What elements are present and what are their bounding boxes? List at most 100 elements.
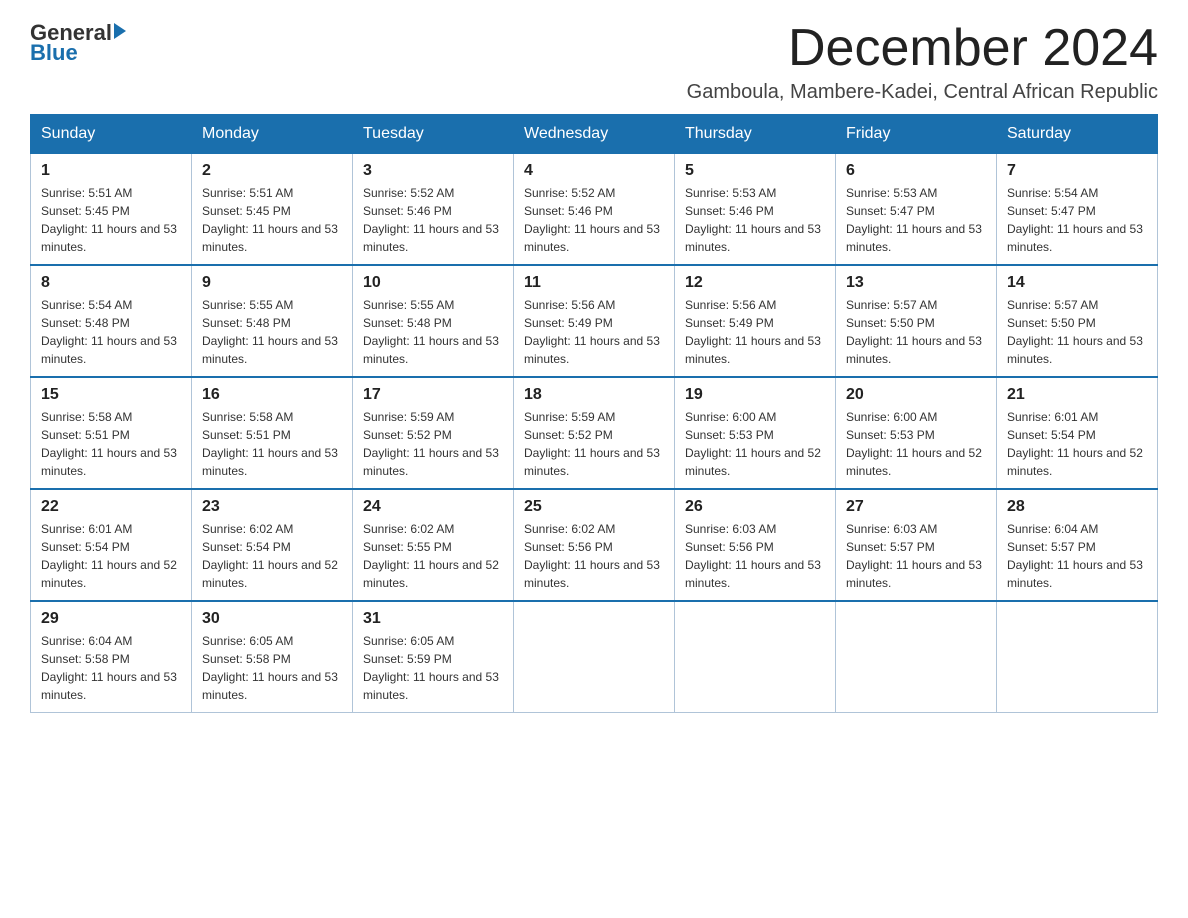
- table-row: 9Sunrise: 5:55 AMSunset: 5:48 PMDaylight…: [192, 265, 353, 377]
- table-row: 22 Sunrise: 6:01 AMSunset: 5:54 PMDayligh…: [31, 489, 192, 601]
- col-friday: Friday: [836, 115, 997, 154]
- table-row: [997, 601, 1158, 713]
- day-info: Sunrise: 5:53 AMSunset: 5:46 PMDaylight:…: [685, 184, 825, 256]
- table-row: 28 Sunrise: 6:04 AMSunset: 5:57 PMDayligh…: [997, 489, 1158, 601]
- table-row: 25 Sunrise: 6:02 AMSunset: 5:56 PMDayligh…: [514, 489, 675, 601]
- day-number: 10: [363, 274, 503, 292]
- day-number: 3: [363, 162, 503, 180]
- day-info: Sunrise: 5:54 AMSunset: 5:48 PMDaylight:…: [41, 296, 181, 368]
- day-info: Sunrise: 5:51 AMSunset: 5:45 PMDaylight:…: [202, 184, 342, 256]
- day-number: 17: [363, 386, 503, 404]
- day-number: 4: [524, 162, 664, 180]
- calendar-header-row: Sunday Monday Tuesday Wednesday Thursday…: [31, 115, 1158, 154]
- table-row: 27Sunrise: 6:03 AMSunset: 5:57 PMDayligh…: [836, 489, 997, 601]
- table-row: 4Sunrise: 5:52 AMSunset: 5:46 PMDaylight…: [514, 154, 675, 266]
- table-row: 1 Sunrise: 5:51 AMSunset: 5:45 PMDaylight…: [31, 154, 192, 266]
- day-number: 29: [41, 610, 181, 628]
- day-number: 21: [1007, 386, 1147, 404]
- day-number: 30: [202, 610, 342, 628]
- day-info: Sunrise: 6:01 AMSunset: 5:54 PMDaylight:…: [41, 520, 181, 592]
- col-wednesday: Wednesday: [514, 115, 675, 154]
- day-number: 22: [41, 498, 181, 516]
- day-number: 9: [202, 274, 342, 292]
- day-info: Sunrise: 6:00 AMSunset: 5:53 PMDaylight:…: [846, 408, 986, 480]
- day-number: 31: [363, 610, 503, 628]
- calendar-week-row: 8Sunrise: 5:54 AMSunset: 5:48 PMDaylight…: [31, 265, 1158, 377]
- day-number: 6: [846, 162, 986, 180]
- day-info: Sunrise: 6:02 AMSunset: 5:54 PMDaylight:…: [202, 520, 342, 592]
- col-saturday: Saturday: [997, 115, 1158, 154]
- table-row: 20Sunrise: 6:00 AMSunset: 5:53 PMDayligh…: [836, 377, 997, 489]
- day-number: 7: [1007, 162, 1147, 180]
- calendar-week-row: 22 Sunrise: 6:01 AMSunset: 5:54 PMDayligh…: [31, 489, 1158, 601]
- day-number: 28: [1007, 498, 1147, 516]
- day-number: 11: [524, 274, 664, 292]
- day-info: Sunrise: 5:58 AMSunset: 5:51 PMDaylight:…: [202, 408, 342, 480]
- day-info: Sunrise: 6:02 AMSunset: 5:56 PMDaylight:…: [524, 520, 664, 592]
- day-number: 24: [363, 498, 503, 516]
- day-info: Sunrise: 5:57 AMSunset: 5:50 PMDaylight:…: [846, 296, 986, 368]
- day-info: Sunrise: 6:02 AMSunset: 5:55 PMDaylight:…: [363, 520, 503, 592]
- day-number: 19: [685, 386, 825, 404]
- day-info: Sunrise: 5:59 AMSunset: 5:52 PMDaylight:…: [363, 408, 503, 480]
- table-row: 2Sunrise: 5:51 AMSunset: 5:45 PMDaylight…: [192, 154, 353, 266]
- table-row: 26Sunrise: 6:03 AMSunset: 5:56 PMDayligh…: [675, 489, 836, 601]
- day-info: Sunrise: 6:04 AMSunset: 5:57 PMDaylight:…: [1007, 520, 1147, 592]
- table-row: 31 Sunrise: 6:05 AMSunset: 5:59 PMDayligh…: [353, 601, 514, 713]
- day-number: 23: [202, 498, 342, 516]
- day-number: 5: [685, 162, 825, 180]
- header: General Blue December 2024 Gamboula, Mam…: [30, 20, 1158, 104]
- day-info: Sunrise: 6:00 AMSunset: 5:53 PMDaylight:…: [685, 408, 825, 480]
- day-info: Sunrise: 5:58 AMSunset: 5:51 PMDaylight:…: [41, 408, 181, 480]
- col-sunday: Sunday: [31, 115, 192, 154]
- day-number: 13: [846, 274, 986, 292]
- table-row: 16 Sunrise: 5:58 AMSunset: 5:51 PMDayligh…: [192, 377, 353, 489]
- table-row: 21 Sunrise: 6:01 AMSunset: 5:54 PMDayligh…: [997, 377, 1158, 489]
- table-row: 18 Sunrise: 5:59 AMSunset: 5:52 PMDayligh…: [514, 377, 675, 489]
- day-number: 1: [41, 162, 181, 180]
- table-row: 10 Sunrise: 5:55 AMSunset: 5:48 PMDayligh…: [353, 265, 514, 377]
- calendar-week-row: 1 Sunrise: 5:51 AMSunset: 5:45 PMDaylight…: [31, 154, 1158, 266]
- day-info: Sunrise: 5:56 AMSunset: 5:49 PMDaylight:…: [685, 296, 825, 368]
- col-tuesday: Tuesday: [353, 115, 514, 154]
- table-row: 14 Sunrise: 5:57 AMSunset: 5:50 PMDayligh…: [997, 265, 1158, 377]
- table-row: 13 Sunrise: 5:57 AMSunset: 5:50 PMDayligh…: [836, 265, 997, 377]
- day-number: 18: [524, 386, 664, 404]
- day-info: Sunrise: 5:54 AMSunset: 5:47 PMDaylight:…: [1007, 184, 1147, 256]
- col-thursday: Thursday: [675, 115, 836, 154]
- table-row: [675, 601, 836, 713]
- day-number: 16: [202, 386, 342, 404]
- table-row: 3 Sunrise: 5:52 AMSunset: 5:46 PMDaylight…: [353, 154, 514, 266]
- table-row: 11Sunrise: 5:56 AMSunset: 5:49 PMDayligh…: [514, 265, 675, 377]
- day-number: 12: [685, 274, 825, 292]
- day-info: Sunrise: 6:05 AMSunset: 5:59 PMDaylight:…: [363, 632, 503, 704]
- table-row: 23 Sunrise: 6:02 AMSunset: 5:54 PMDayligh…: [192, 489, 353, 601]
- logo-arrow-icon: [114, 23, 126, 39]
- day-number: 25: [524, 498, 664, 516]
- day-info: Sunrise: 6:04 AMSunset: 5:58 PMDaylight:…: [41, 632, 181, 704]
- day-info: Sunrise: 5:59 AMSunset: 5:52 PMDaylight:…: [524, 408, 664, 480]
- title-area: December 2024 Gamboula, Mambere-Kadei, C…: [687, 20, 1158, 104]
- day-info: Sunrise: 5:57 AMSunset: 5:50 PMDaylight:…: [1007, 296, 1147, 368]
- table-row: 6 Sunrise: 5:53 AMSunset: 5:47 PMDaylight…: [836, 154, 997, 266]
- day-info: Sunrise: 5:51 AMSunset: 5:45 PMDaylight:…: [41, 184, 181, 256]
- table-row: [836, 601, 997, 713]
- col-monday: Monday: [192, 115, 353, 154]
- table-row: 24 Sunrise: 6:02 AMSunset: 5:55 PMDayligh…: [353, 489, 514, 601]
- day-number: 15: [41, 386, 181, 404]
- calendar-week-row: 29 Sunrise: 6:04 AMSunset: 5:58 PMDayligh…: [31, 601, 1158, 713]
- day-info: Sunrise: 5:55 AMSunset: 5:48 PMDaylight:…: [363, 296, 503, 368]
- day-info: Sunrise: 6:03 AMSunset: 5:57 PMDaylight:…: [846, 520, 986, 592]
- day-info: Sunrise: 5:52 AMSunset: 5:46 PMDaylight:…: [363, 184, 503, 256]
- table-row: 7 Sunrise: 5:54 AMSunset: 5:47 PMDaylight…: [997, 154, 1158, 266]
- table-row: 12 Sunrise: 5:56 AMSunset: 5:49 PMDayligh…: [675, 265, 836, 377]
- day-info: Sunrise: 6:05 AMSunset: 5:58 PMDaylight:…: [202, 632, 342, 704]
- logo: General Blue: [30, 20, 126, 66]
- table-row: [514, 601, 675, 713]
- day-number: 14: [1007, 274, 1147, 292]
- day-info: Sunrise: 6:01 AMSunset: 5:54 PMDaylight:…: [1007, 408, 1147, 480]
- calendar-week-row: 15 Sunrise: 5:58 AMSunset: 5:51 PMDayligh…: [31, 377, 1158, 489]
- table-row: 19 Sunrise: 6:00 AMSunset: 5:53 PMDayligh…: [675, 377, 836, 489]
- month-title: December 2024: [687, 20, 1158, 77]
- day-info: Sunrise: 5:53 AMSunset: 5:47 PMDaylight:…: [846, 184, 986, 256]
